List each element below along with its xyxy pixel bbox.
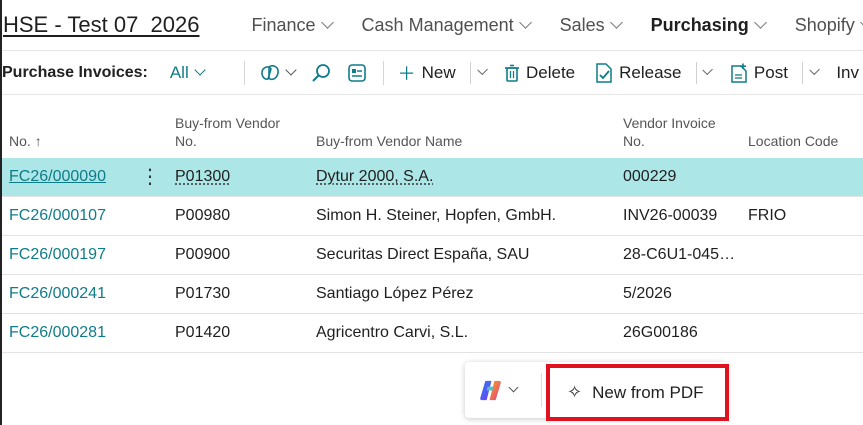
column-header-label: Location Code bbox=[748, 133, 839, 149]
release-options-chevron-icon[interactable] bbox=[702, 64, 714, 75]
filter-pane-icon bbox=[347, 63, 366, 82]
vendor-no-cell: P01730 bbox=[175, 285, 231, 302]
column-header-label: No. bbox=[9, 133, 31, 149]
table-row[interactable]: FC26/000107 P00980 Simon H. Steiner, Hop… bbox=[2, 197, 863, 236]
copilot-icon bbox=[480, 380, 501, 401]
view-selector-label: All bbox=[169, 62, 189, 82]
kebab-menu-icon[interactable]: ⋮ bbox=[140, 158, 160, 196]
vendor-no-cell: P00900 bbox=[175, 246, 231, 263]
vendor-invoice-cell: 26G00186 bbox=[623, 324, 698, 341]
column-header-label: Vendor Invoice bbox=[623, 115, 716, 131]
post-button[interactable]: Post bbox=[730, 63, 788, 83]
copilot-analyze-button[interactable] bbox=[259, 63, 297, 83]
release-button-label: Release bbox=[619, 62, 682, 82]
nav-item-purchasing[interactable]: Purchasing bbox=[650, 14, 767, 36]
vendor-invoice-cell: 000229 bbox=[623, 168, 677, 185]
vendor-no-cell: P01420 bbox=[175, 324, 231, 341]
nav-item-label: Finance bbox=[251, 14, 316, 35]
chevron-down-icon bbox=[194, 64, 206, 76]
chevron-down-icon bbox=[518, 15, 532, 29]
search-button[interactable] bbox=[311, 63, 331, 83]
page-title: Purchase Invoices: bbox=[2, 63, 148, 81]
column-header-label: Buy-from Vendor Name bbox=[316, 133, 463, 149]
copilot-menu-button[interactable] bbox=[479, 379, 519, 402]
vendor-name-cell[interactable]: Dytur 2000, S.A. bbox=[316, 158, 616, 196]
filter-pane-button[interactable] bbox=[347, 63, 367, 83]
company-name[interactable]: HSE - Test 07_2026 bbox=[2, 12, 200, 38]
table-row[interactable]: FC26/000090 ⋮ P01300 Dytur 2000, S.A. 00… bbox=[2, 158, 863, 197]
copilot-bar-divider bbox=[541, 373, 542, 407]
column-header-label: Buy-from Vendor bbox=[175, 115, 281, 131]
nav-item-label: Purchasing bbox=[650, 14, 749, 35]
vendor-name-cell: Santiago López Pérez bbox=[316, 285, 474, 302]
chevron-down-icon bbox=[320, 15, 334, 29]
column-header-label: No. bbox=[623, 133, 645, 149]
column-header-no[interactable]: No. ↑ bbox=[9, 132, 42, 150]
view-selector[interactable]: All bbox=[169, 62, 206, 83]
split-divider bbox=[801, 61, 803, 84]
plus-icon: ＋ bbox=[397, 63, 416, 84]
vendor-name-cell: Securitas Direct España, SAU bbox=[316, 246, 530, 263]
new-from-pdf-label: New from PDF bbox=[592, 382, 704, 402]
vendor-invoice-cell: 5/2026 bbox=[623, 285, 672, 302]
new-button[interactable]: ＋ New bbox=[398, 60, 456, 86]
vendor-name-cell: Simon H. Steiner, Hopfen, GmbH. bbox=[316, 207, 557, 224]
top-navigation: HSE - Test 07_2026 Finance Cash Manageme… bbox=[2, 0, 863, 51]
nav-item-sales[interactable]: Sales bbox=[559, 14, 623, 36]
nav-item-label: Shopify bbox=[794, 14, 855, 35]
chevron-down-icon bbox=[753, 15, 767, 29]
nav-item-cash-management[interactable]: Cash Management bbox=[361, 14, 532, 36]
more-actions-button[interactable]: Inv bbox=[836, 63, 859, 83]
new-from-pdf-button[interactable]: ✧ New from PDF bbox=[546, 364, 729, 421]
table-header: No. ↑ Buy-from Vendor No. Buy-from Vendo… bbox=[2, 96, 863, 158]
column-header-location[interactable]: Location Code bbox=[748, 132, 838, 150]
column-header-label: No. bbox=[175, 133, 197, 149]
vendor-invoice-cell: INV26-00039 bbox=[623, 207, 718, 224]
delete-button[interactable]: Delete bbox=[504, 63, 575, 83]
vendor-no-cell: P00980 bbox=[175, 207, 231, 224]
column-header-vendor-invoice[interactable]: Vendor Invoice No. bbox=[623, 114, 716, 150]
nav-item-finance[interactable]: Finance bbox=[251, 14, 334, 36]
toolbar-divider bbox=[243, 60, 245, 85]
sparkle-icon: ✧ bbox=[567, 382, 583, 402]
invoice-no-link[interactable]: FC26/000241 bbox=[9, 275, 106, 313]
copilot-analyze-icon bbox=[260, 64, 279, 80]
split-divider bbox=[695, 61, 697, 84]
split-divider bbox=[469, 61, 471, 84]
vendor-no-cell[interactable]: P01300 bbox=[175, 158, 230, 196]
release-button[interactable]: Release bbox=[595, 62, 682, 83]
invoice-no-link[interactable]: FC26/000107 bbox=[9, 197, 106, 235]
table-row[interactable]: FC26/000241 P01730 Santiago López Pérez … bbox=[2, 275, 863, 314]
chevron-down-icon bbox=[508, 382, 519, 393]
table-row[interactable]: FC26/000197 P00900 Securitas Direct Espa… bbox=[2, 236, 863, 275]
release-document-icon bbox=[596, 62, 612, 83]
new-options-chevron-icon[interactable] bbox=[476, 64, 488, 75]
vendor-name-cell: Agricentro Carvi, S.L. bbox=[316, 324, 469, 341]
post-document-icon bbox=[731, 63, 747, 83]
chevron-down-icon bbox=[609, 15, 623, 29]
more-actions-label: Inv bbox=[836, 62, 860, 82]
invoice-no-link[interactable]: FC26/000090 bbox=[9, 158, 106, 196]
nav-item-label: Sales bbox=[559, 14, 605, 35]
chevron-down-icon bbox=[285, 63, 297, 76]
column-header-vendor-name[interactable]: Buy-from Vendor Name bbox=[316, 132, 462, 150]
location-cell: FRIO bbox=[748, 207, 787, 224]
invoice-no-link[interactable]: FC26/000281 bbox=[9, 314, 106, 352]
invoice-no-link[interactable]: FC26/000197 bbox=[9, 236, 106, 274]
nav-item-label: Cash Management bbox=[361, 14, 514, 35]
sort-ascending-icon: ↑ bbox=[34, 133, 42, 149]
toolbar-divider bbox=[382, 60, 384, 85]
purchase-invoices-list: No. ↑ Buy-from Vendor No. Buy-from Vendo… bbox=[2, 96, 863, 353]
search-icon bbox=[311, 63, 330, 82]
vendor-invoice-cell: 28-C6U1-0457… bbox=[623, 246, 743, 263]
post-options-chevron-icon[interactable] bbox=[809, 64, 821, 75]
action-bar: Purchase Invoices: All ＋ New Delete Relea… bbox=[2, 51, 863, 95]
new-button-label: New bbox=[421, 62, 456, 82]
nav-item-shopify[interactable]: Shopify bbox=[795, 15, 863, 36]
delete-button-label: Delete bbox=[526, 62, 576, 82]
column-header-vendor-no[interactable]: Buy-from Vendor No. bbox=[175, 114, 280, 150]
trash-icon bbox=[505, 64, 519, 82]
post-button-label: Post bbox=[753, 62, 788, 82]
table-row[interactable]: FC26/000281 P01420 Agricentro Carvi, S.L… bbox=[2, 314, 863, 353]
